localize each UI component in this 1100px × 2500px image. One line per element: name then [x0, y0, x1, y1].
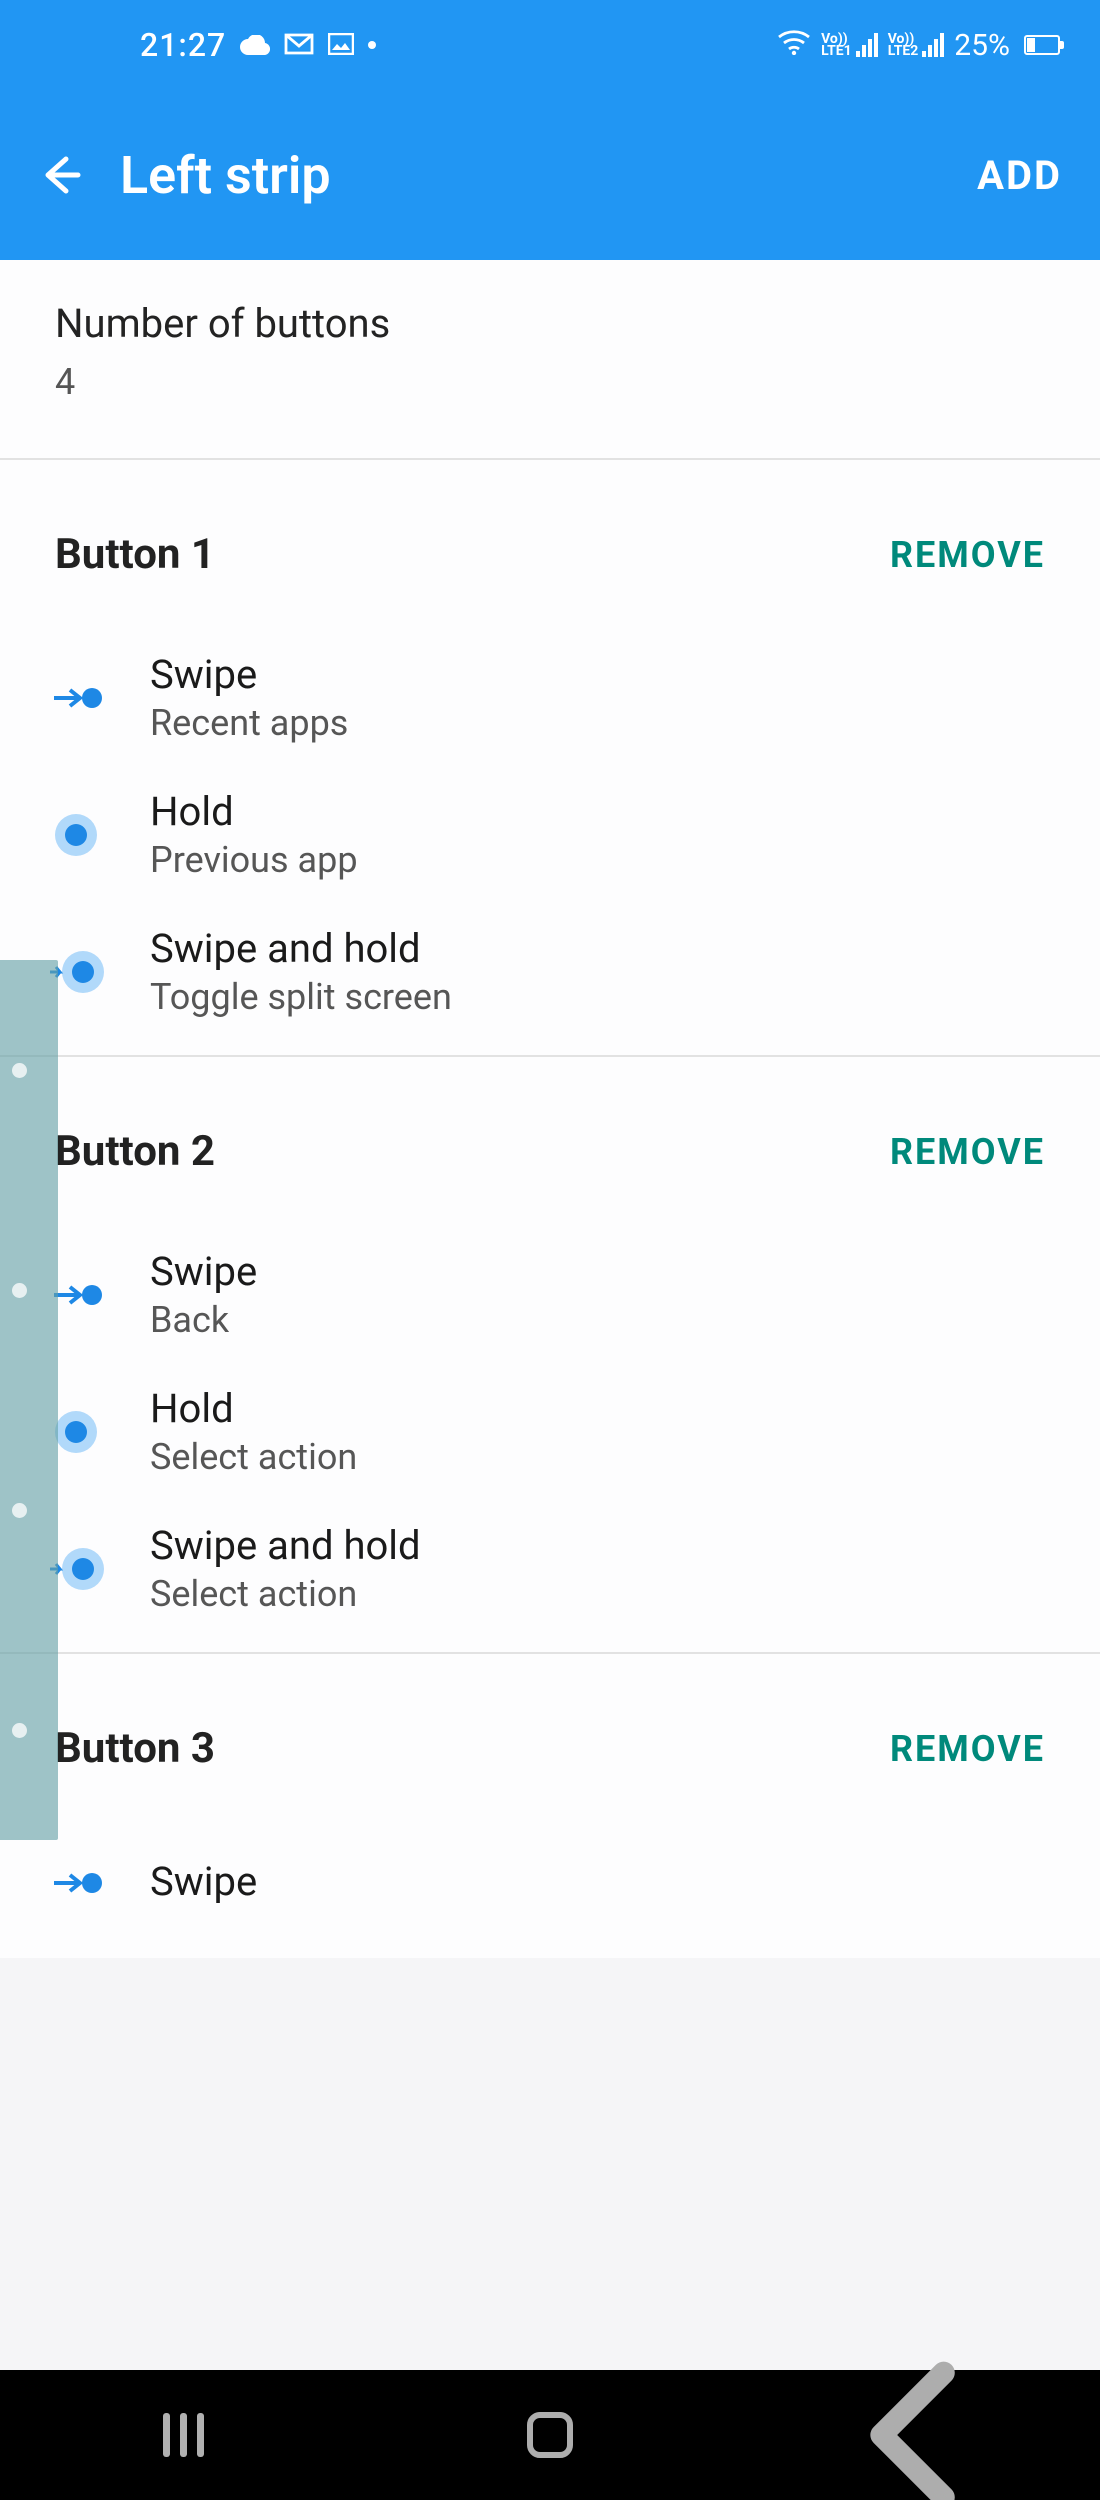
home-icon [527, 2412, 573, 2458]
button-2-swipehold-row[interactable]: Swipe and hold Select action [0, 1500, 1100, 1637]
button-3-remove-button[interactable]: REMOVE [890, 1728, 1045, 1770]
battery-percentage: 25% [954, 28, 1010, 63]
screen: 21:27 Vo))LTE1 Vo))LTE2 [0, 0, 1100, 2500]
nav-back-button[interactable] [837, 2355, 997, 2500]
hold-icon [40, 799, 112, 871]
button-3-section: Button 3 REMOVE Swipe [0, 1654, 1100, 1958]
button-1-swipehold-row[interactable]: Swipe and hold Toggle split screen [0, 903, 1100, 1040]
button-2-section: Button 2 REMOVE Swipe Back Hold Selec [0, 1057, 1100, 1654]
battery-icon [1024, 35, 1060, 55]
gesture-title: Hold [150, 1385, 357, 1432]
gesture-subtitle: Select action [150, 1436, 357, 1478]
page-title: Left strip [120, 145, 977, 206]
back-icon [837, 2355, 997, 2500]
gesture-subtitle: Recent apps [150, 702, 348, 744]
gesture-title: Swipe and hold [150, 1522, 421, 1569]
clock: 21:27 [140, 26, 226, 64]
gesture-title: Swipe [150, 651, 348, 698]
gesture-title: Swipe [150, 1248, 257, 1295]
button-3-swipe-row[interactable]: Swipe [0, 1823, 1100, 1943]
nav-home-button[interactable] [470, 2412, 630, 2458]
status-left: 21:27 [140, 26, 376, 64]
image-icon [328, 28, 354, 63]
back-button[interactable] [0, 151, 120, 199]
app-bar: Left strip ADD [0, 90, 1100, 260]
cloud-icon [240, 28, 270, 63]
status-right: Vo))LTE1 Vo))LTE2 25% [777, 28, 1060, 63]
gesture-subtitle: Previous app [150, 839, 358, 881]
wifi-icon [777, 28, 811, 63]
gmail-icon [284, 28, 314, 63]
system-nav-bar [0, 2370, 1100, 2500]
button-1-hold-row[interactable]: Hold Previous app [0, 766, 1100, 903]
sim2-indicator: Vo))LTE2 [888, 33, 945, 57]
number-of-buttons-title: Number of buttons [55, 300, 1045, 347]
gesture-title: Swipe and hold [150, 925, 452, 972]
button-1-title: Button 1 [55, 530, 215, 579]
swipe-icon [40, 1847, 112, 1919]
nav-recents-button[interactable] [103, 2413, 263, 2457]
button-3-title: Button 3 [55, 1724, 215, 1773]
button-1-section: Button 1 REMOVE Swipe Recent apps Hold [0, 460, 1100, 1057]
add-button[interactable]: ADD [977, 152, 1100, 199]
number-of-buttons-value: 4 [55, 361, 1045, 403]
status-bar: 21:27 Vo))LTE1 Vo))LTE2 [0, 0, 1100, 90]
recents-icon [163, 2413, 204, 2457]
button-2-title: Button 2 [55, 1127, 215, 1176]
number-of-buttons-pref[interactable]: Number of buttons 4 [0, 260, 1100, 460]
button-2-swipe-row[interactable]: Swipe Back [0, 1226, 1100, 1363]
button-1-remove-button[interactable]: REMOVE [890, 534, 1045, 576]
sim1-indicator: Vo))LTE1 [821, 33, 878, 57]
back-arrow-icon [36, 151, 84, 199]
button-2-remove-button[interactable]: REMOVE [890, 1131, 1045, 1173]
button-1-swipe-row[interactable]: Swipe Recent apps [0, 629, 1100, 766]
gesture-title: Hold [150, 788, 358, 835]
gesture-subtitle: Toggle split screen [150, 976, 452, 1018]
gesture-subtitle: Back [150, 1299, 257, 1341]
edge-strip-dots [4, 960, 34, 1840]
content-scroll[interactable]: Number of buttons 4 Button 1 REMOVE Swip… [0, 260, 1100, 2370]
button-2-hold-row[interactable]: Hold Select action [0, 1363, 1100, 1500]
swipe-icon [40, 662, 112, 734]
gesture-title: Swipe [150, 1858, 257, 1905]
dot-icon [368, 41, 376, 49]
gesture-subtitle: Select action [150, 1573, 421, 1615]
